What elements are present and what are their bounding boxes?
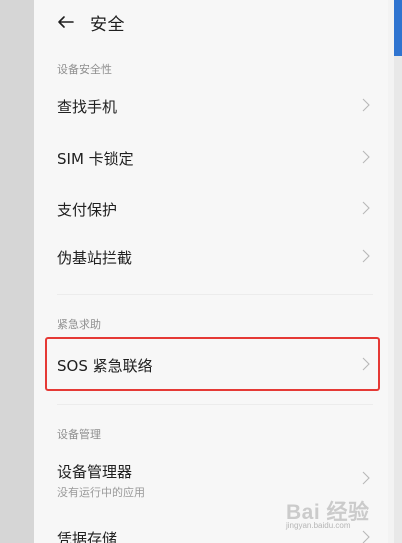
menu-item-fake-base-station-block[interactable]: 伪基站拦截 [57, 235, 377, 277]
menu-item-label: SIM 卡锁定 [57, 150, 134, 168]
menu-item-label: 查找手机 [57, 98, 118, 116]
chevron-right-icon [362, 357, 370, 371]
menu-item-label: SOS 紧急联络 [57, 357, 153, 375]
security-settings-page: 安全 设备安全性 查找手机 SIM 卡锁定 支付保护 伪基站拦截 紧急求助 SO… [34, 0, 388, 543]
menu-item-find-phone[interactable]: 查找手机 [57, 84, 377, 126]
menu-item-sim-lock[interactable]: SIM 卡锁定 [57, 136, 377, 178]
page-title: 安全 [90, 14, 125, 35]
menu-item-label: 支付保护 [57, 201, 118, 219]
chevron-right-icon [362, 471, 370, 485]
section-label-device-management: 设备管理 [57, 428, 101, 441]
chevron-right-icon [362, 98, 370, 112]
watermark-sub-text: jingyan.baidu.com [286, 521, 351, 530]
left-background-strip [0, 0, 34, 543]
menu-item-payment-protection[interactable]: 支付保护 [57, 187, 377, 229]
menu-item-sos-emergency-contact[interactable]: SOS 紧急联络 [57, 343, 377, 385]
section-label-emergency: 紧急求助 [57, 318, 101, 331]
menu-item-label: 设备管理器 [57, 463, 133, 481]
chevron-right-icon [362, 150, 370, 164]
menu-item-device-manager[interactable]: 设备管理器 没有运行中的应用 [57, 449, 377, 503]
page-header: 安全 [56, 10, 125, 35]
section-label-device-security: 设备安全性 [57, 63, 112, 76]
section-divider [57, 404, 373, 405]
menu-item-label: 伪基站拦截 [57, 249, 133, 267]
section-divider [57, 294, 373, 295]
menu-item-subtitle: 没有运行中的应用 [57, 486, 145, 499]
chevron-right-icon [362, 201, 370, 215]
arrow-left-icon[interactable] [56, 12, 76, 32]
baidu-jingyan-watermark: Bai 经验 jingyan.baidu.com [278, 496, 388, 534]
chevron-right-icon [362, 249, 370, 263]
menu-item-label: 凭据存储 [57, 530, 118, 543]
right-accent-bar [394, 0, 402, 543]
